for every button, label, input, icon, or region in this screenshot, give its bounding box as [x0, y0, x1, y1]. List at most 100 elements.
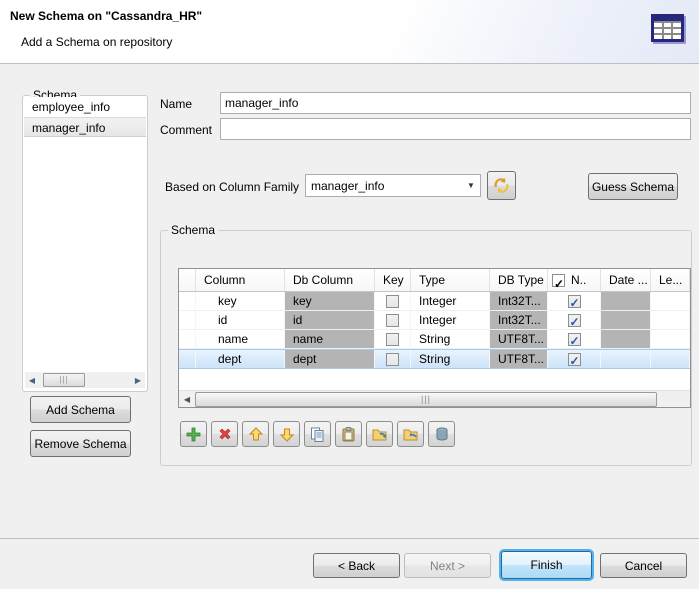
- cell-length[interactable]: [651, 311, 690, 329]
- cell-db-type: Int32T...: [490, 311, 548, 329]
- cell-db-type: UTF8T...: [490, 330, 548, 348]
- header-column: Column: [196, 269, 285, 291]
- cell-db-column: dept: [285, 350, 375, 368]
- table-hscrollbar[interactable]: ◀ |||: [179, 390, 690, 407]
- scroll-left-icon[interactable]: ◀: [179, 395, 195, 404]
- table-row-key[interactable]: key key Integer Int32T...: [179, 292, 690, 311]
- column-family-dropdown[interactable]: manager_info ▼: [305, 174, 481, 197]
- import-icon: [403, 427, 419, 442]
- paste-icon: [341, 427, 356, 442]
- chevron-down-icon[interactable]: ▼: [462, 181, 480, 190]
- key-checkbox[interactable]: [386, 353, 399, 366]
- move-down-button[interactable]: [273, 421, 300, 447]
- remove-schema-button[interactable]: Remove Schema: [30, 430, 131, 457]
- table-row-id[interactable]: id id Integer Int32T...: [179, 311, 690, 330]
- cell-length[interactable]: [651, 350, 690, 368]
- cell-column[interactable]: id: [196, 311, 285, 329]
- key-checkbox[interactable]: [386, 295, 399, 308]
- cell-type[interactable]: Integer: [411, 311, 490, 329]
- key-checkbox[interactable]: [386, 333, 399, 346]
- arrow-down-icon: [280, 427, 294, 442]
- nullable-checkbox[interactable]: [568, 353, 581, 366]
- cell-column[interactable]: dept: [196, 350, 285, 368]
- cell-type[interactable]: String: [411, 330, 490, 348]
- cell-column[interactable]: key: [196, 292, 285, 310]
- page-title: New Schema on "Cassandra_HR": [10, 9, 202, 23]
- nullable-checkbox[interactable]: [568, 295, 581, 308]
- table-row-name[interactable]: name name String UTF8T...: [179, 330, 690, 349]
- cell-date: [601, 330, 651, 348]
- schema-list-group: Schema employee_info manager_info ◀ ||| …: [22, 95, 148, 392]
- next-button[interactable]: Next >: [404, 553, 491, 578]
- scroll-right-icon[interactable]: ▶: [131, 376, 145, 385]
- dialog-banner: New Schema on "Cassandra_HR" Add a Schem…: [0, 0, 699, 64]
- footer-separator: [0, 538, 699, 539]
- page-subtitle: Add a Schema on repository: [21, 35, 172, 49]
- refresh-icon: [493, 177, 510, 194]
- plus-icon: [186, 427, 201, 442]
- cell-db-type: Int32T...: [490, 292, 548, 310]
- copy-button[interactable]: [304, 421, 331, 447]
- key-checkbox[interactable]: [386, 314, 399, 327]
- copy-icon: [310, 427, 325, 442]
- scroll-left-icon[interactable]: ◀: [25, 376, 39, 385]
- cell-db-column: name: [285, 330, 375, 348]
- cell-length[interactable]: [651, 330, 690, 348]
- cancel-button[interactable]: Cancel: [600, 553, 687, 578]
- comment-input[interactable]: [220, 118, 691, 140]
- cell-date: [601, 350, 651, 368]
- cell-date: [601, 311, 651, 329]
- add-row-button[interactable]: [180, 421, 207, 447]
- nullable-checkbox[interactable]: [568, 314, 581, 327]
- schema-list-hscrollbar[interactable]: ◀ ||| ▶: [25, 372, 145, 388]
- header-date: Date ...: [601, 269, 651, 291]
- add-schema-button[interactable]: Add Schema: [30, 396, 131, 423]
- schema-list: employee_info manager_info: [24, 97, 146, 362]
- schema-list-item-employee-info[interactable]: employee_info: [24, 97, 146, 117]
- nullable-select-all-checkbox[interactable]: [552, 274, 565, 287]
- scrollbar-thumb[interactable]: |||: [195, 392, 657, 407]
- column-family-value: manager_info: [306, 179, 462, 193]
- export-icon: [372, 427, 388, 442]
- database-icon: [436, 427, 448, 441]
- schema-table-group-label: Schema: [168, 223, 218, 237]
- cell-db-type: UTF8T...: [490, 350, 548, 368]
- cell-db-column: id: [285, 311, 375, 329]
- cell-db-column: key: [285, 292, 375, 310]
- name-input[interactable]: [220, 92, 691, 114]
- header-db-column: Db Column: [285, 269, 375, 291]
- header-nullable: N..: [571, 269, 586, 291]
- export-button[interactable]: [366, 421, 393, 447]
- move-up-button[interactable]: [242, 421, 269, 447]
- cell-length[interactable]: [651, 292, 690, 310]
- delete-row-button[interactable]: [211, 421, 238, 447]
- scrollbar-thumb[interactable]: |||: [43, 373, 85, 387]
- finish-button[interactable]: Finish: [501, 551, 592, 579]
- import-button[interactable]: [397, 421, 424, 447]
- header-length: Le...: [651, 269, 690, 291]
- table-grid-icon: [650, 11, 690, 49]
- header-type: Type: [411, 269, 490, 291]
- cell-type[interactable]: Integer: [411, 292, 490, 310]
- cell-column[interactable]: name: [196, 330, 285, 348]
- delete-icon: [218, 427, 232, 441]
- schema-table-group: Schema Column Db Column Key Type DB Type…: [160, 230, 692, 466]
- comment-label: Comment: [160, 123, 212, 137]
- schema-table: Column Db Column Key Type DB Type N.. Da…: [178, 268, 691, 408]
- nullable-checkbox[interactable]: [568, 333, 581, 346]
- guess-schema-button[interactable]: Guess Schema: [588, 173, 678, 200]
- based-on-column-family-label: Based on Column Family: [165, 180, 299, 194]
- table-header-row: Column Db Column Key Type DB Type N.. Da…: [179, 269, 690, 292]
- back-button[interactable]: < Back: [313, 553, 400, 578]
- table-row-dept[interactable]: dept dept String UTF8T...: [179, 349, 690, 369]
- paste-button[interactable]: [335, 421, 362, 447]
- arrow-up-icon: [249, 427, 263, 442]
- header-db-type: DB Type: [490, 269, 548, 291]
- new-schema-dialog: New Schema on "Cassandra_HR" Add a Schem…: [0, 0, 699, 589]
- reset-db-types-button[interactable]: [428, 421, 455, 447]
- cell-type[interactable]: String: [411, 350, 490, 368]
- cell-date: [601, 292, 651, 310]
- refresh-button[interactable]: [487, 171, 516, 200]
- schema-list-item-manager-info[interactable]: manager_info: [24, 117, 146, 137]
- schema-toolbar: [180, 421, 455, 447]
